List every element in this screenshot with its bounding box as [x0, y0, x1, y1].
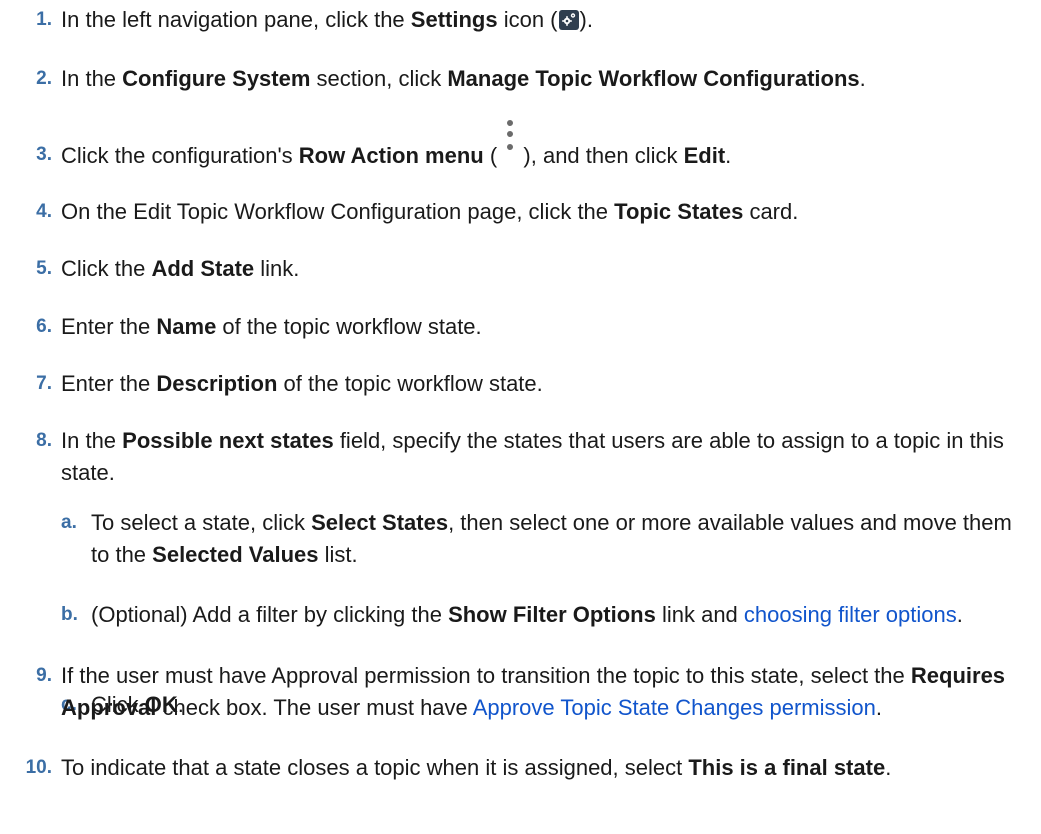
step-text: of the topic workflow state. [216, 314, 482, 339]
step-number: 9. [36, 665, 52, 686]
step-number: 4. [36, 201, 52, 222]
step-body: Click the Add State link. [61, 253, 1033, 285]
step-text: list. [318, 542, 358, 567]
step-text: To select a state, click [91, 510, 312, 535]
step-text: ), and then click [517, 143, 684, 168]
step-body: Click the configuration's Row Action men… [61, 120, 1033, 172]
ui-term: Edit [683, 143, 726, 168]
step-number-value: 1 [36, 9, 47, 30]
step-text: check box. The user must have [156, 695, 473, 720]
step-text: icon ( [497, 7, 558, 32]
ui-term: Show Filter Options [448, 602, 656, 627]
ui-term: Topic States [614, 199, 744, 224]
step-text: On the Edit Topic Workflow Configuration… [61, 199, 615, 224]
step-text: of the topic workflow state. [277, 371, 543, 396]
step-text: section, click [310, 66, 448, 91]
step-text: . [875, 695, 882, 720]
step-body: In the Configure System section, click M… [61, 63, 1033, 95]
step-text: Enter the [61, 371, 157, 396]
ui-term: Selected Values [152, 542, 319, 567]
doc-link[interactable]: Approve Topic State Changes permission [473, 695, 876, 720]
step-body: Enter the Description of the topic workf… [61, 368, 1033, 400]
ui-term: Name [156, 314, 217, 339]
ui-term: Settings [410, 7, 498, 32]
substep-body: To select a state, click Select States, … [91, 507, 1021, 571]
step-number: 6. [36, 316, 52, 337]
step-number: 10. [25, 757, 52, 778]
step-number: 3. [36, 144, 52, 165]
step-text: link and [655, 602, 744, 627]
step-number: 1. [36, 9, 52, 30]
step-number-value: 9 [36, 665, 47, 686]
ui-term: Configure System [122, 66, 311, 91]
step-text: In the [61, 428, 123, 453]
step-number-value: 10 [25, 757, 47, 778]
step-text: ). [579, 7, 593, 32]
step-number-value: 8 [36, 430, 47, 451]
substep-body: (Optional) Add a filter by clicking the … [91, 599, 1021, 631]
ui-term: This is a final state [688, 755, 886, 780]
step-text: . [725, 143, 732, 168]
ui-term: Row Action menu [298, 143, 484, 168]
step-number: 2. [36, 68, 52, 89]
substep-letter: a. [61, 512, 77, 533]
step-number: 7. [36, 373, 52, 394]
substep-letter-value: a [61, 512, 72, 533]
step-body: Enter the Name of the topic workflow sta… [61, 311, 1033, 343]
step-text: . [956, 602, 963, 627]
step-text: To indicate that a state closes a topic … [61, 755, 689, 780]
step-number-value: 2 [36, 68, 47, 89]
step-body: To indicate that a state closes a topic … [61, 752, 1033, 784]
substep-letter-value: b [61, 604, 73, 625]
ui-term: Possible next states [122, 428, 334, 453]
step-text: (Optional) Add a filter by clicking the [91, 602, 449, 627]
step-text: If the user must have Approval permissio… [61, 663, 911, 688]
step-text: link. [254, 256, 300, 281]
step-text: Click the [61, 256, 152, 281]
step-body: On the Edit Topic Workflow Configuration… [61, 196, 1033, 228]
step-number-value: 6 [36, 316, 47, 337]
step-number: 8. [36, 430, 52, 451]
settings-icon [558, 10, 579, 30]
step-text: Click the configuration's [61, 143, 299, 168]
step-number-value: 4 [36, 201, 47, 222]
step-number-value: 3 [36, 144, 47, 165]
substep-letter: b. [61, 604, 78, 625]
step-body: In the left navigation pane, click the S… [61, 4, 1033, 36]
step-text: ( [483, 143, 504, 168]
step-text: . [885, 755, 892, 780]
step-number: 5. [36, 258, 52, 279]
step-body: In the Possible next states field, speci… [61, 425, 1033, 489]
ui-term: Description [156, 371, 278, 396]
kebab-menu-icon [503, 120, 517, 163]
step-text: . [859, 66, 866, 91]
step-text: card. [743, 199, 799, 224]
step-number-value: 7 [36, 373, 47, 394]
step-text: In the [61, 66, 123, 91]
step-number-value: 5 [36, 258, 47, 279]
step-text: Enter the [61, 314, 157, 339]
ui-term: Add State [151, 256, 255, 281]
step-text: In the left navigation pane, click the [61, 7, 411, 32]
ui-term: Manage Topic Workflow Configurations [447, 66, 860, 91]
doc-link[interactable]: choosing filter options [744, 602, 957, 627]
step-body: If the user must have Approval permissio… [61, 660, 1033, 724]
ui-term: Select States [311, 510, 449, 535]
